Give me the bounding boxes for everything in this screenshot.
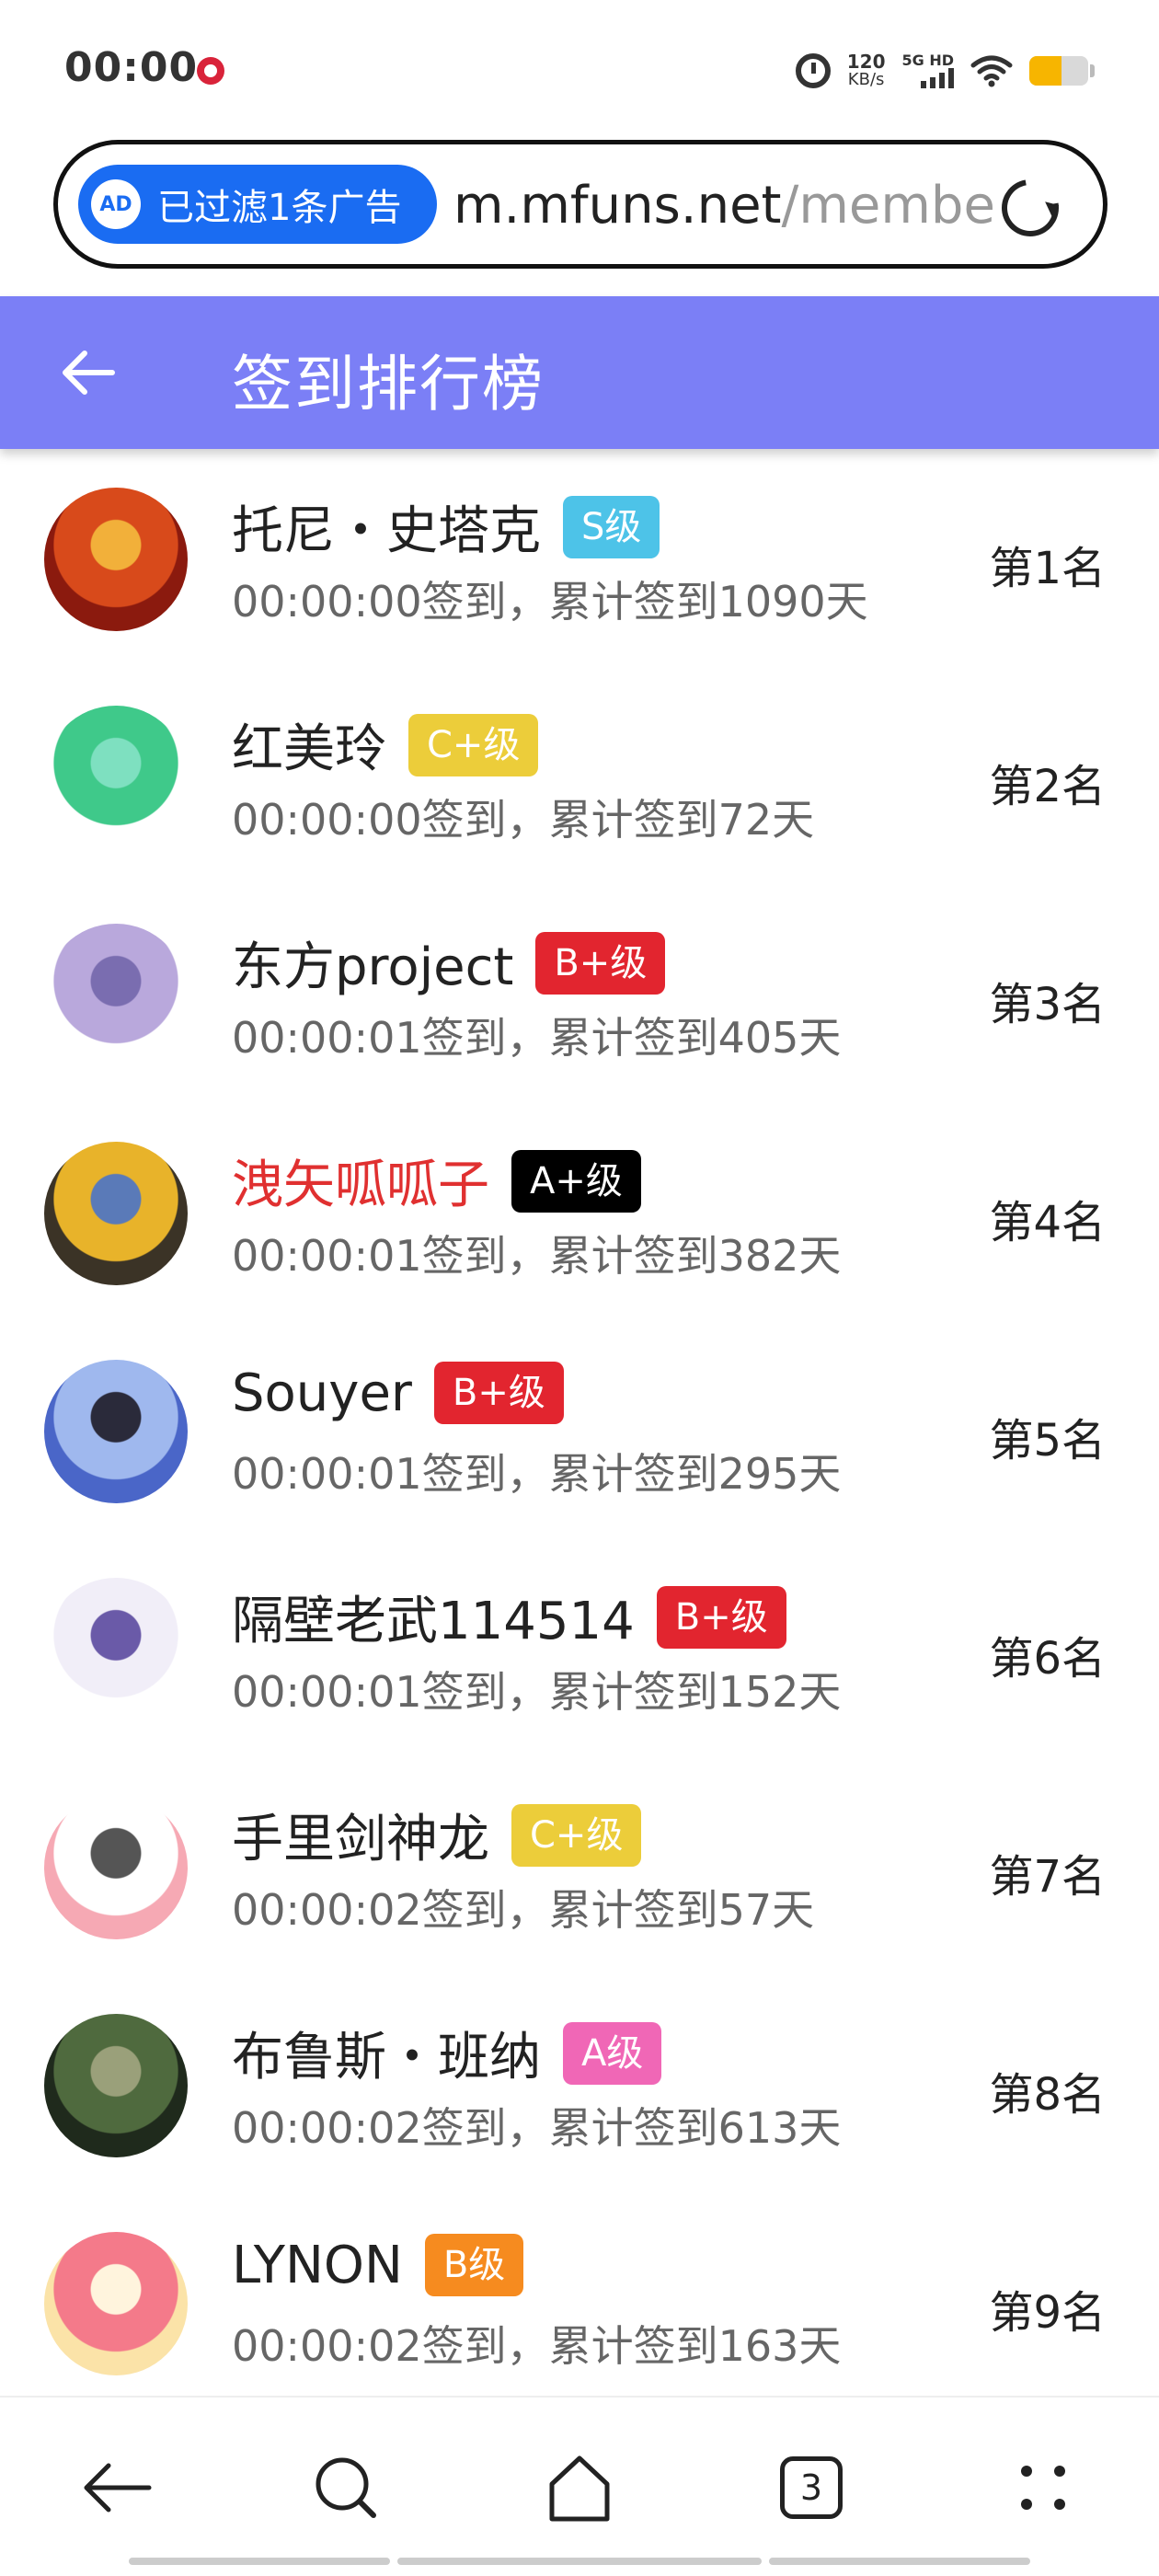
rank-label: 第9名: [989, 2287, 1106, 2339]
rank-label: 第2名: [989, 761, 1106, 812]
rank-label: 第7名: [989, 1851, 1106, 1903]
ranking-row[interactable]: 托尼・史塔克 S级 00:00:00签到，累计签到1090天 第1名: [0, 451, 1159, 669]
home-icon[interactable]: [535, 2444, 624, 2532]
avatar[interactable]: [44, 1796, 188, 1939]
ranking-row[interactable]: 东方project B+级 00:00:01签到，累计签到405天 第3名: [0, 887, 1159, 1105]
status-icons: 120 KB/s 5G HD: [795, 48, 1095, 94]
back-icon[interactable]: [72, 2444, 160, 2532]
level-badge: C+级: [511, 1803, 642, 1867]
ranking-row[interactable]: 手里剑神龙 C+级 00:00:02签到，累计签到57天 第7名: [0, 1759, 1159, 1977]
wifi-icon: [970, 55, 1013, 87]
level-badge: A+级: [511, 1149, 641, 1213]
ad-filter-label: 已过滤1条广告: [157, 187, 402, 229]
level-badge: A级: [563, 2021, 662, 2085]
ranking-row[interactable]: 隔壁老武114514 B+级 00:00:01签到，累计签到152天 第6名: [0, 1541, 1159, 1759]
menu-icon[interactable]: [999, 2444, 1087, 2532]
network-speed: 120 KB/s: [847, 52, 886, 89]
user-name-text: 手里剑神龙: [232, 1810, 489, 1869]
user-name[interactable]: Souyer B+级: [232, 1362, 564, 1424]
url-bar[interactable]: AD 已过滤1条广告 m.mfuns.net/membe: [53, 140, 1107, 269]
network-speed-unit: KB/s: [847, 70, 885, 89]
url-path: /membe: [781, 176, 995, 236]
user-name-text: 隔壁老武114514: [232, 1592, 635, 1651]
user-name[interactable]: 布鲁斯・班纳 A级: [232, 2016, 662, 2090]
user-name[interactable]: 红美玲 C+级: [232, 707, 539, 782]
user-name-text: 洩矢呱呱子: [232, 1156, 489, 1215]
app-header: 签到排行榜: [0, 296, 1159, 449]
user-name[interactable]: 隔壁老武114514 B+级: [232, 1580, 786, 1654]
battery-icon: [1029, 56, 1088, 86]
rank-label: 第8名: [989, 2069, 1106, 2121]
checkin-info: 00:00:00签到，累计签到72天: [232, 795, 815, 845]
checkin-info: 00:00:02签到，累计签到163天: [232, 2321, 842, 2371]
avatar[interactable]: [44, 1142, 188, 1285]
avatar[interactable]: [44, 1360, 188, 1503]
checkin-info: 00:00:01签到，累计签到405天: [232, 1013, 842, 1063]
alarm-icon: [795, 53, 831, 88]
tabs-count: 3: [780, 2456, 843, 2519]
user-name-text: LYNON: [232, 2235, 403, 2295]
avatar[interactable]: [44, 706, 188, 849]
level-badge: B+级: [656, 1585, 786, 1649]
url-domain: m.mfuns.net: [453, 176, 782, 236]
checkin-info: 00:00:02签到，累计签到57天: [232, 1885, 815, 1935]
avatar[interactable]: [44, 488, 188, 631]
network-type-label: 5G HD: [901, 52, 954, 69]
checkin-info: 00:00:01签到，累计签到295天: [232, 1449, 842, 1499]
rank-label: 第6名: [989, 1633, 1106, 1685]
user-name[interactable]: 洩矢呱呱子 A+级: [232, 1144, 641, 1218]
bottom-navigation: 3: [0, 2396, 1159, 2576]
user-name-text: 红美玲: [232, 719, 386, 779]
rank-label: 第5名: [989, 1415, 1106, 1466]
cellular-signal: 5G HD: [901, 53, 954, 88]
rank-label: 第3名: [989, 979, 1106, 1030]
back-arrow-icon[interactable]: [55, 340, 120, 405]
user-name[interactable]: 东方project B+级: [232, 926, 666, 1000]
checkin-info: 00:00:01签到，累计签到382天: [232, 1231, 842, 1281]
gesture-bar: [0, 2558, 1159, 2565]
user-name-text: 托尼・史塔克: [232, 501, 541, 561]
user-name-text: Souyer: [232, 1363, 412, 1423]
ranking-row[interactable]: 布鲁斯・班纳 A级 00:00:02签到，累计签到613天 第8名: [0, 1977, 1159, 2195]
avatar[interactable]: [44, 1578, 188, 1721]
ranking-list: 托尼・史塔克 S级 00:00:00签到，累计签到1090天 第1名 红美玲 C…: [0, 451, 1159, 2413]
ranking-row[interactable]: Souyer B+级 00:00:01签到，累计签到295天 第5名: [0, 1323, 1159, 1541]
rank-label: 第1名: [989, 543, 1106, 594]
avatar[interactable]: [44, 924, 188, 1067]
ranking-row[interactable]: LYNON B级 00:00:02签到，累计签到163天 第9名: [0, 2195, 1159, 2413]
user-name-text: 布鲁斯・班纳: [232, 2028, 541, 2087]
avatar[interactable]: [44, 2232, 188, 2375]
ad-block-icon: AD: [91, 179, 141, 229]
rank-label: 第4名: [989, 1197, 1106, 1248]
search-icon[interactable]: [302, 2444, 390, 2532]
ranking-row[interactable]: 红美玲 C+级 00:00:00签到，累计签到72天 第2名: [0, 669, 1159, 887]
avatar[interactable]: [44, 2014, 188, 2157]
level-badge: B级: [424, 2234, 524, 2296]
level-badge: B+级: [433, 1362, 564, 1424]
ad-filter-badge[interactable]: AD 已过滤1条广告: [78, 165, 437, 244]
status-time: 00:00: [64, 44, 199, 91]
page-title: 签到排行榜: [232, 349, 545, 420]
notification-icon: [197, 57, 224, 85]
signal-icon: [921, 68, 954, 88]
checkin-info: 00:00:01签到，累计签到152天: [232, 1667, 842, 1717]
level-badge: C+级: [408, 713, 539, 776]
ranking-row[interactable]: 洩矢呱呱子 A+级 00:00:01签到，累计签到382天 第4名: [0, 1105, 1159, 1323]
checkin-info: 00:00:02签到，累计签到613天: [232, 2103, 842, 2153]
status-bar: 00:00 120 KB/s 5G HD: [0, 0, 1159, 138]
level-badge: S级: [563, 495, 660, 558]
user-name[interactable]: LYNON B级: [232, 2234, 524, 2296]
checkin-info: 00:00:00签到，累计签到1090天: [232, 577, 868, 627]
tabs-button[interactable]: 3: [767, 2444, 855, 2532]
user-name[interactable]: 手里剑神龙 C+级: [232, 1798, 642, 1872]
user-name-text: 东方project: [232, 937, 514, 997]
user-name[interactable]: 托尼・史塔克 S级: [232, 489, 660, 564]
level-badge: B+级: [535, 931, 666, 995]
url-text[interactable]: m.mfuns.net/membe: [453, 176, 1015, 236]
